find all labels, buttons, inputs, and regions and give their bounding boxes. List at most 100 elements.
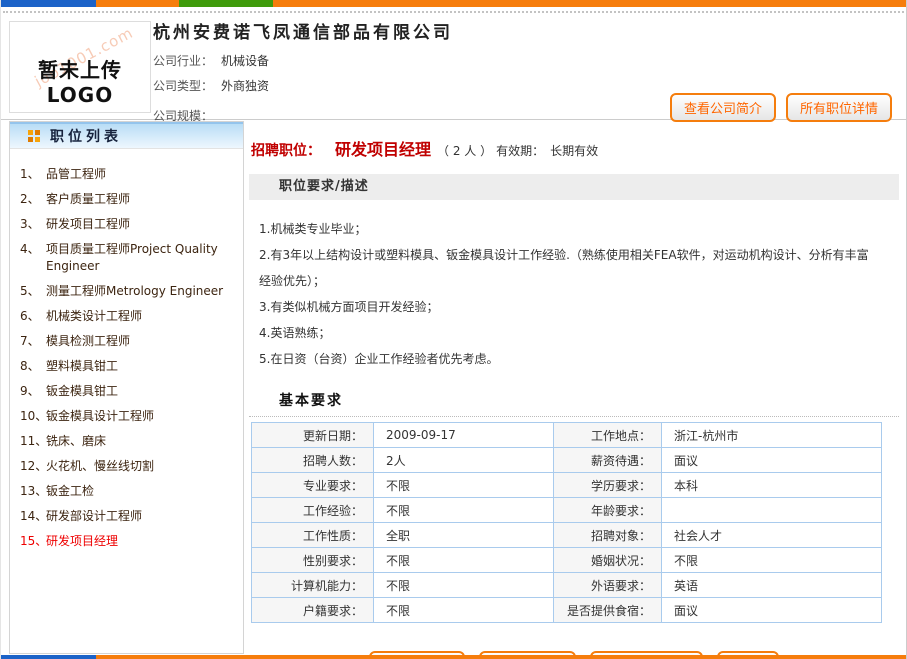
table-label: 学历要求： bbox=[554, 473, 662, 498]
company-type-row: 公司类型： 外商独资 bbox=[153, 77, 269, 94]
bottom-color-bar bbox=[1, 655, 906, 659]
table-value: 面议 bbox=[662, 598, 882, 623]
sidebar-item-7[interactable]: 7、模具检测工程师 bbox=[20, 329, 237, 354]
item-number: 14、 bbox=[20, 508, 46, 525]
item-number: 4、 bbox=[20, 241, 46, 275]
sidebar-item-10[interactable]: 10、钣金模具设计工程师 bbox=[20, 404, 237, 429]
sidebar-item-13[interactable]: 13、钣金工检 bbox=[20, 479, 237, 504]
job-title: 研发项目经理 bbox=[335, 140, 431, 159]
table-value: 不限 bbox=[374, 473, 554, 498]
item-number: 13、 bbox=[20, 483, 46, 500]
item-number: 11、 bbox=[20, 433, 46, 450]
bar-segment-orange bbox=[96, 0, 179, 7]
company-name: 杭州安费诺飞凤通信部品有限公司 bbox=[153, 18, 453, 43]
table-row: 招聘人数： 2人 薪资待遇： 面议 bbox=[252, 448, 882, 473]
table-label: 计算机能力： bbox=[252, 573, 374, 598]
bar-segment-green bbox=[179, 0, 273, 7]
table-value: 英语 bbox=[662, 573, 882, 598]
item-label: 机械类设计工程师 bbox=[46, 308, 237, 325]
view-company-intro-button[interactable]: 查看公司简介 bbox=[670, 93, 776, 122]
sidebar-item-2[interactable]: 2、客户质量工程师 bbox=[20, 187, 237, 212]
description-line: 4.英语熟练； bbox=[259, 320, 869, 346]
table-label: 工作经验： bbox=[252, 498, 374, 523]
all-jobs-detail-button[interactable]: 所有职位详情 bbox=[786, 93, 892, 122]
bar-segment-orange-long bbox=[273, 0, 906, 7]
item-number: 1、 bbox=[20, 166, 46, 183]
job-list-title: 职位列表 bbox=[50, 126, 122, 146]
table-value: 2009-09-17 bbox=[374, 423, 554, 448]
no-logo-text: 暂未上传LOGO bbox=[10, 54, 150, 107]
table-row: 性别要求： 不限 婚姻状况： 不限 bbox=[252, 548, 882, 573]
validity-label: 有效期： bbox=[496, 144, 544, 158]
sidebar-item-6[interactable]: 6、机械类设计工程师 bbox=[20, 304, 237, 329]
table-value: 不限 bbox=[374, 573, 554, 598]
table-row: 专业要求： 不限 学历要求： 本科 bbox=[252, 473, 882, 498]
item-label: 研发项目工程师 bbox=[46, 216, 237, 233]
top-color-bar bbox=[1, 0, 906, 7]
item-label: 研发部设计工程师 bbox=[46, 508, 237, 525]
section-basic-header: 基本要求 bbox=[279, 390, 899, 410]
item-label: 项目质量工程师Project Quality Engineer bbox=[46, 241, 237, 275]
item-number: 10、 bbox=[20, 408, 46, 425]
company-industry-row: 公司行业： 机械设备 bbox=[153, 52, 269, 69]
table-label: 工作性质： bbox=[252, 523, 374, 548]
table-label: 外语要求： bbox=[554, 573, 662, 598]
item-label: 铣床、磨床 bbox=[46, 433, 237, 450]
table-row: 工作性质： 全职 招聘对象： 社会人才 bbox=[252, 523, 882, 548]
bar-segment-orange bbox=[96, 655, 906, 659]
table-value: 2人 bbox=[374, 448, 554, 473]
item-label: 模具检测工程师 bbox=[46, 333, 237, 350]
table-label: 性别要求： bbox=[252, 548, 374, 573]
sidebar-item-15-current[interactable]: 15、研发项目经理 bbox=[20, 529, 237, 554]
company-industry-label: 公司行业： bbox=[153, 54, 213, 68]
sidebar-item-9[interactable]: 9、钣金模具钳工 bbox=[20, 379, 237, 404]
sidebar-item-4[interactable]: 4、项目质量工程师Project Quality Engineer bbox=[20, 237, 237, 279]
job-title-line: 招聘职位：研发项目经理（ 2 人 ）有效期：长期有效 bbox=[251, 136, 899, 160]
table-value: 不限 bbox=[374, 598, 554, 623]
job-list-sidebar: 职位列表 1、品管工程师 2、客户质量工程师 3、研发项目工程师 4、项目质量工… bbox=[9, 121, 244, 654]
table-row: 工作经验： 不限 年龄要求： bbox=[252, 498, 882, 523]
table-row: 计算机能力： 不限 外语要求： 英语 bbox=[252, 573, 882, 598]
item-number: 5、 bbox=[20, 283, 46, 300]
sidebar-item-1[interactable]: 1、品管工程师 bbox=[20, 162, 237, 187]
job-detail-main: 招聘职位：研发项目经理（ 2 人 ）有效期：长期有效 职位要求/描述 1.机械类… bbox=[249, 121, 899, 659]
item-label: 钣金工检 bbox=[46, 483, 237, 500]
item-number: 12、 bbox=[20, 458, 46, 475]
sidebar-item-11[interactable]: 11、铣床、磨床 bbox=[20, 429, 237, 454]
description-line: 5.在日资（台资）企业工作经验者优先考虑。 bbox=[259, 346, 869, 372]
item-number: 15、 bbox=[20, 533, 46, 550]
sidebar-item-5[interactable]: 5、测量工程师Metrology Engineer bbox=[20, 279, 237, 304]
table-label: 薪资待遇： bbox=[554, 448, 662, 473]
header-buttons: 查看公司简介 所有职位详情 bbox=[670, 93, 892, 122]
company-industry-value: 机械设备 bbox=[221, 54, 269, 68]
sidebar-item-14[interactable]: 14、研发部设计工程师 bbox=[20, 504, 237, 529]
job-list: 1、品管工程师 2、客户质量工程师 3、研发项目工程师 4、项目质量工程师Pro… bbox=[10, 149, 243, 554]
company-type-value: 外商独资 bbox=[221, 79, 269, 93]
bar-segment-blue bbox=[1, 0, 96, 7]
table-label: 是否提供食宿： bbox=[554, 598, 662, 623]
item-number: 9、 bbox=[20, 383, 46, 400]
item-label: 钣金模具钳工 bbox=[46, 383, 237, 400]
table-value bbox=[662, 498, 882, 523]
table-label: 专业要求： bbox=[252, 473, 374, 498]
table-value: 浙江-杭州市 bbox=[662, 423, 882, 448]
sidebar-item-12[interactable]: 12、火花机、慢丝线切割 bbox=[20, 454, 237, 479]
table-row: 户籍要求： 不限 是否提供食宿： 面议 bbox=[252, 598, 882, 623]
company-header: job1001.com 暂未上传LOGO 杭州安费诺飞凤通信部品有限公司 公司行… bbox=[1, 13, 906, 120]
table-row: 更新日期： 2009-09-17 工作地点： 浙江-杭州市 bbox=[252, 423, 882, 448]
sidebar-item-3[interactable]: 3、研发项目工程师 bbox=[20, 212, 237, 237]
item-number: 6、 bbox=[20, 308, 46, 325]
validity-value: 长期有效 bbox=[550, 144, 598, 158]
table-value: 不限 bbox=[374, 548, 554, 573]
table-value: 本科 bbox=[662, 473, 882, 498]
table-value: 社会人才 bbox=[662, 523, 882, 548]
company-type-label: 公司类型： bbox=[153, 79, 213, 93]
table-label: 婚姻状况： bbox=[554, 548, 662, 573]
item-number: 2、 bbox=[20, 191, 46, 208]
page: job1001.com 暂未上传LOGO 杭州安费诺飞凤通信部品有限公司 公司行… bbox=[0, 0, 907, 659]
item-number: 8、 bbox=[20, 358, 46, 375]
job-list-header: 职位列表 bbox=[10, 122, 243, 149]
job-description: 1.机械类专业毕业； 2.有3年以上结构设计或塑料模具、钣金模具设计工作经验.（… bbox=[249, 200, 899, 378]
basic-requirements-table: 更新日期： 2009-09-17 工作地点： 浙江-杭州市 招聘人数： 2人 薪… bbox=[251, 422, 882, 623]
sidebar-item-8[interactable]: 8、塑料模具钳工 bbox=[20, 354, 237, 379]
